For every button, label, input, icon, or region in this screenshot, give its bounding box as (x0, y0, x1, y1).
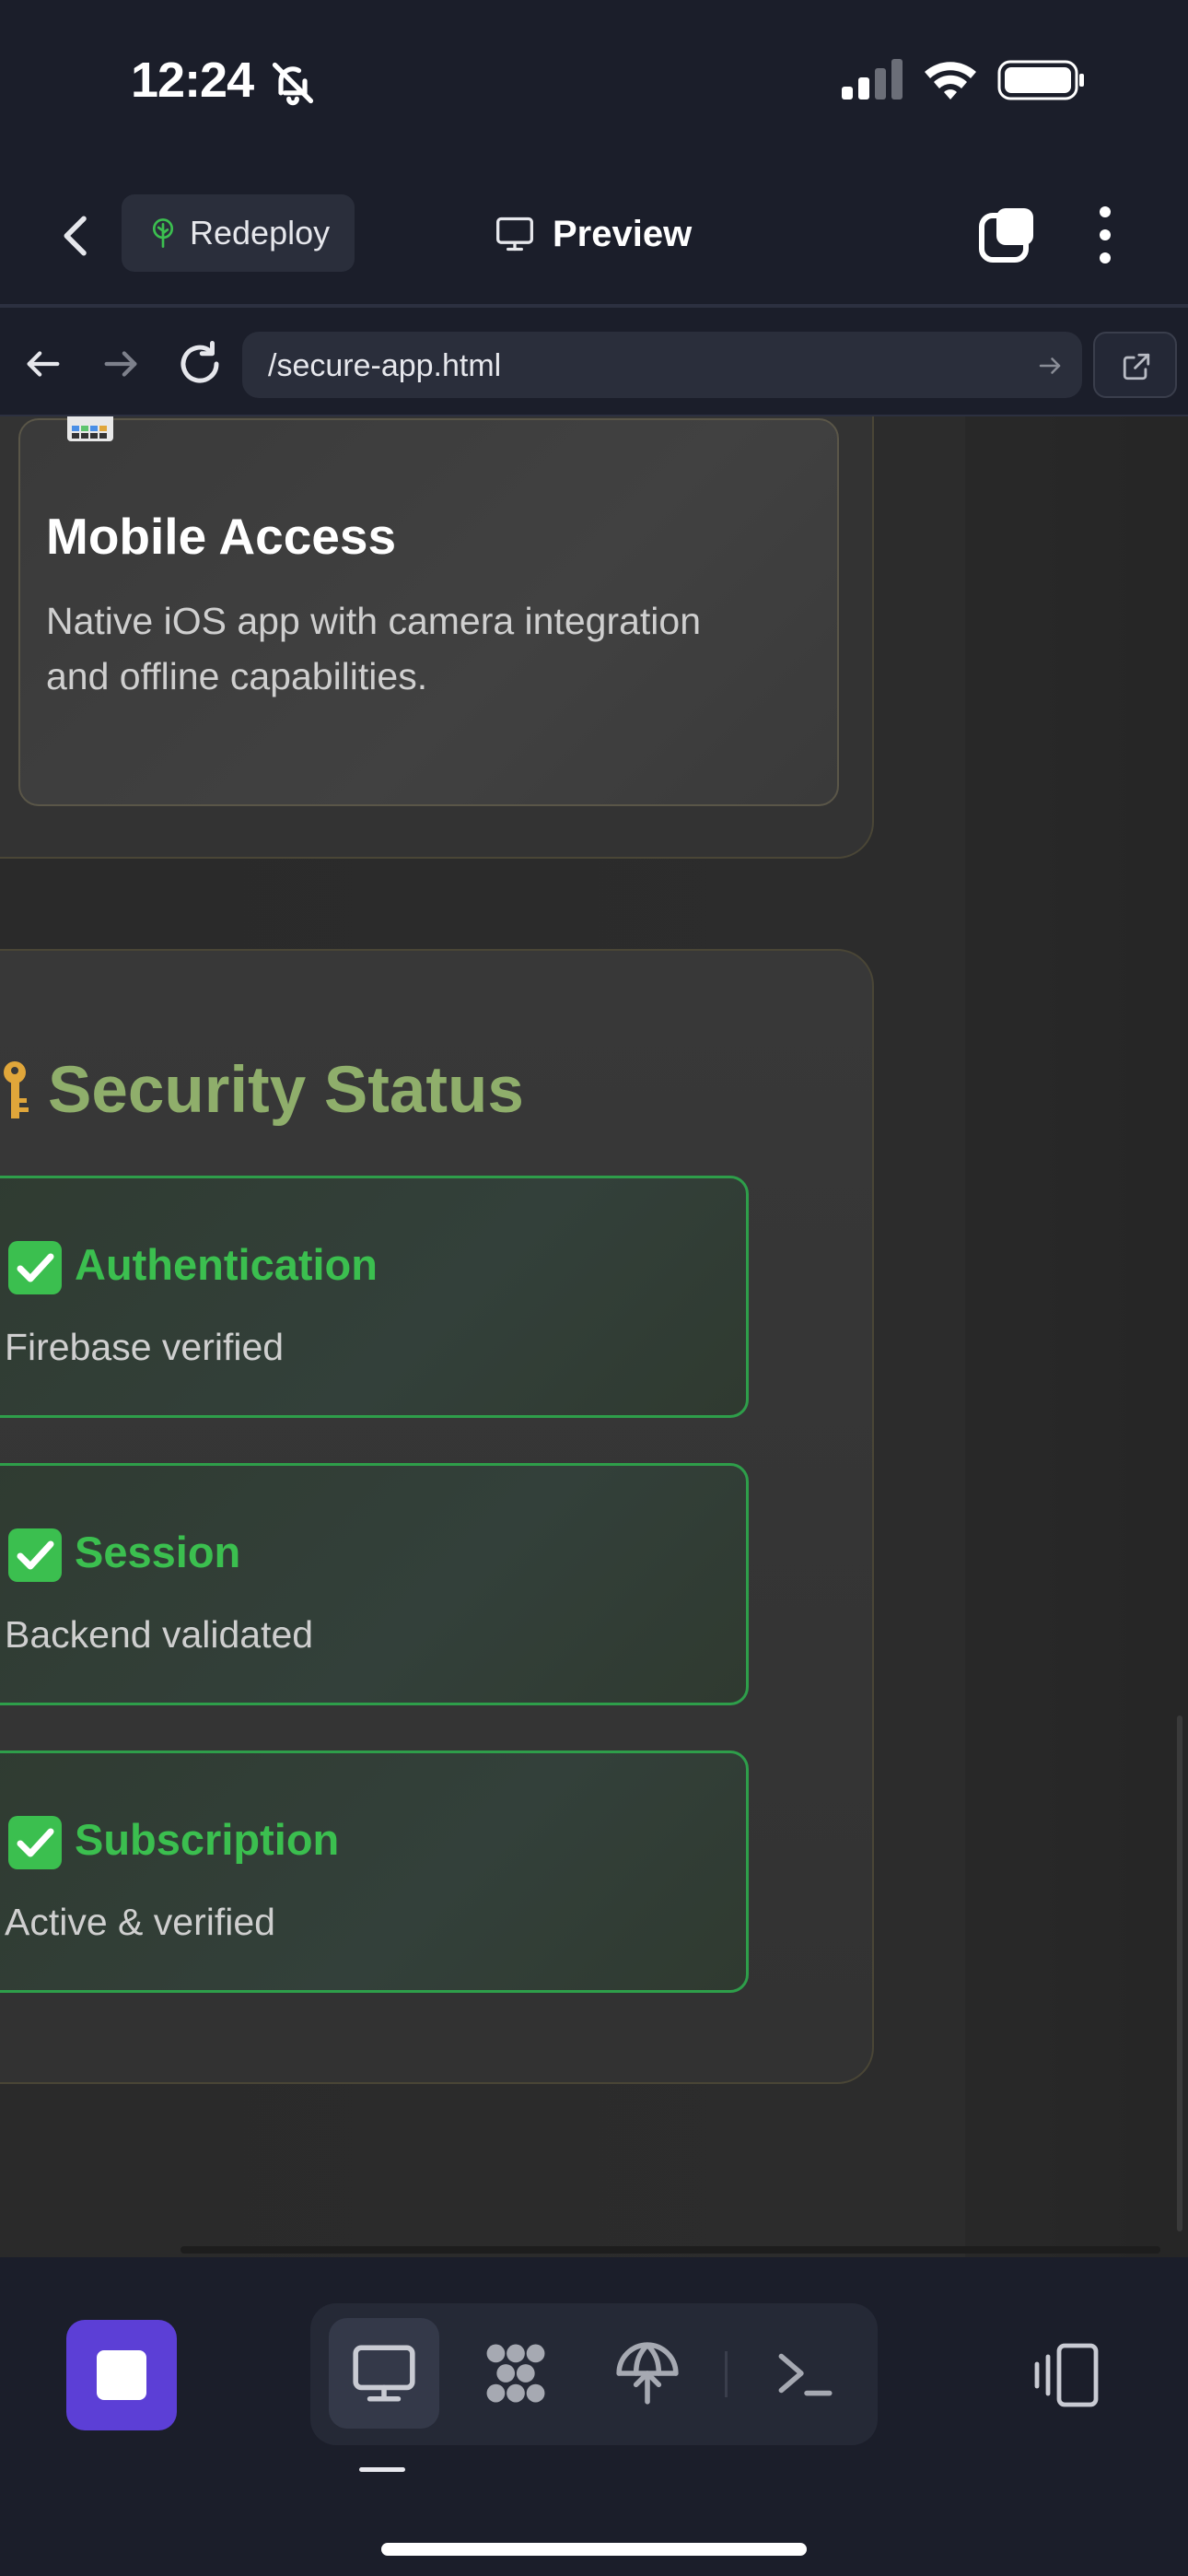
status-detail: Active & verified (5, 1901, 275, 1943)
status-card-subscription: Subscription Active & verified (0, 1751, 749, 1993)
bell-slash-icon (272, 62, 314, 106)
url-input[interactable]: /secure-app.html (242, 332, 1082, 398)
status-time: 12:24 (131, 53, 254, 108)
stop-icon (97, 2350, 146, 2400)
active-tab-indicator (359, 2467, 405, 2472)
tree-icon (152, 218, 174, 248)
reload-icon[interactable] (175, 339, 225, 389)
browser-toolbar: /secure-app.html (0, 304, 1188, 416)
device-toggle-icon[interactable] (1030, 2338, 1103, 2412)
status-card-session: Session Backend validated (0, 1463, 749, 1705)
status-card-authentication: Authentication Firebase verified (0, 1176, 749, 1418)
external-link-icon (1123, 353, 1150, 381)
web-preview[interactable]: Mobile Access Native iOS app with camera… (0, 416, 1188, 2257)
vertical-scrollbar[interactable] (1177, 1715, 1182, 2231)
terminal-view-button[interactable] (749, 2318, 859, 2429)
monitor-icon (496, 217, 533, 252)
bottom-toolbar (0, 2257, 1188, 2576)
features-section: Mobile Access Native iOS app with camera… (0, 416, 874, 859)
redeploy-label: Redeploy (190, 214, 331, 252)
check-icon (8, 1816, 62, 1869)
grid-icon (486, 2344, 545, 2403)
arrow-right-icon[interactable] (99, 343, 142, 385)
view-switcher (310, 2303, 878, 2445)
feature-title: Mobile Access (46, 508, 397, 565)
status-name: Authentication (75, 1240, 378, 1289)
preview-view-button[interactable] (329, 2318, 439, 2429)
status-name: Subscription (75, 1815, 340, 1864)
signal-icon (842, 59, 903, 100)
chevron-left-icon[interactable] (52, 210, 103, 262)
open-external-button[interactable] (1093, 332, 1177, 398)
feature-card-mobile-access: Mobile Access Native iOS app with camera… (18, 416, 839, 806)
check-icon (8, 1241, 62, 1294)
battery-icon (997, 60, 1084, 100)
feature-description: Native iOS app with camera integration a… (46, 600, 702, 697)
security-status-panel: Security Status Authentication Firebase … (0, 949, 874, 2084)
stop-button[interactable] (66, 2320, 177, 2430)
security-title: Security Status (48, 1053, 524, 1127)
home-indicator[interactable] (381, 2543, 807, 2556)
arrow-right-icon[interactable] (1036, 352, 1064, 380)
url-text: /secure-app.html (268, 348, 502, 383)
components-view-button[interactable] (460, 2318, 571, 2429)
status-name: Session (75, 1528, 241, 1576)
tabs-icon[interactable] (978, 205, 1037, 263)
monitor-icon (353, 2345, 415, 2402)
security-heading: Security Status (2, 1048, 524, 1131)
arrow-left-icon[interactable] (22, 343, 64, 385)
toolbar-divider (725, 2351, 728, 2397)
status-bar: 12:24 (0, 0, 1188, 166)
check-icon (8, 1528, 62, 1582)
page-margin (965, 416, 1188, 2257)
more-vertical-icon[interactable] (1087, 203, 1124, 267)
status-detail: Firebase verified (5, 1326, 285, 1368)
key-icon (4, 1061, 29, 1118)
preview-title: Preview (494, 206, 692, 262)
horizontal-scrollbar[interactable] (181, 2246, 1160, 2254)
terminal-icon (778, 2353, 833, 2396)
status-detail: Backend validated (5, 1613, 314, 1656)
deploy-view-button[interactable] (592, 2318, 703, 2429)
redeploy-button[interactable]: Redeploy (122, 194, 355, 272)
wifi-icon (925, 62, 976, 100)
deploy-icon (616, 2342, 679, 2405)
app-header: Redeploy Preview (0, 166, 1188, 304)
mobile-icon (67, 416, 113, 441)
preview-label: Preview (553, 213, 693, 254)
